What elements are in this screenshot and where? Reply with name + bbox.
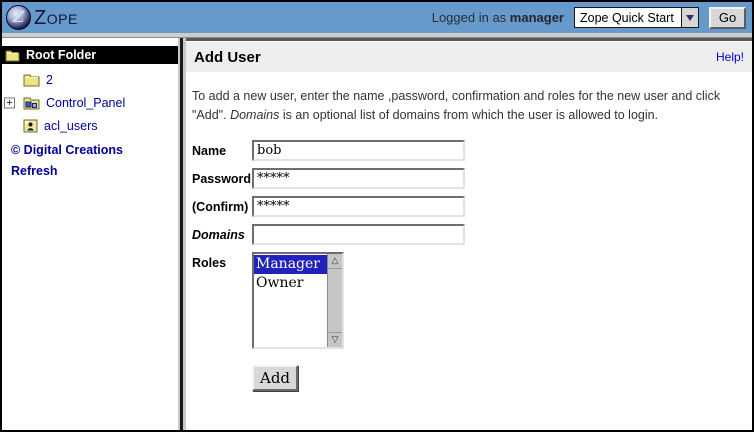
sidebar-item-control-panel[interactable]: + Control_Panel [2, 96, 178, 110]
navigation-sidebar: Root Folder 2 + Control_Panel acl_users … [2, 38, 178, 430]
go-button[interactable]: Go [709, 7, 746, 29]
scroll-up-icon[interactable]: △ [328, 254, 342, 269]
sidebar-item-label: acl_users [44, 119, 98, 133]
sidebar-item-root-folder[interactable]: Root Folder [2, 46, 178, 64]
page-title-band: Add User Help! [186, 42, 752, 72]
root-folder-label: Root Folder [26, 48, 96, 62]
intro-domains-word: Domains [230, 108, 279, 122]
expand-plus-icon[interactable]: + [4, 98, 15, 109]
zope-logo: Z Zope [6, 5, 78, 30]
confirm-input[interactable] [252, 196, 465, 217]
sidebar-item-acl-users[interactable]: acl_users [2, 119, 178, 133]
logged-in-username: manager [510, 10, 564, 25]
folder-icon [23, 73, 40, 87]
zope-logo-icon: Z [6, 5, 31, 30]
roles-scrollbar[interactable]: △ ▽ [327, 254, 342, 347]
page-title: Add User [194, 49, 261, 66]
roles-label: Roles [192, 252, 252, 270]
quick-start-select[interactable]: Zope Quick Start [574, 7, 699, 28]
add-button[interactable]: Add [252, 365, 298, 391]
vertical-frame-border[interactable] [178, 38, 186, 430]
zope-window: Z Zope Logged in as manager Zope Quick S… [0, 0, 754, 432]
chevron-down-icon [686, 15, 694, 21]
zope-logo-letter: Z [13, 9, 25, 25]
scroll-down-icon[interactable]: ▽ [328, 332, 342, 347]
zope-wordmark: Zope [34, 8, 78, 28]
name-input[interactable] [252, 140, 465, 161]
domains-label: Domains [192, 224, 252, 242]
domains-input[interactable] [252, 224, 465, 245]
intro-text: To add a new user, enter the name ,passw… [192, 87, 744, 125]
sidebar-item-label: 2 [46, 73, 53, 87]
name-label: Name [192, 140, 252, 158]
help-link[interactable]: Help! [716, 50, 744, 64]
select-dropdown-button[interactable] [681, 8, 698, 27]
folder-icon [5, 49, 20, 62]
roles-multiselect[interactable]: Manager Owner △ ▽ [252, 252, 344, 349]
password-input[interactable] [252, 168, 465, 189]
password-label: Password [192, 168, 252, 186]
logged-in-prefix: Logged in as [432, 10, 510, 25]
quick-start-selected-value: Zope Quick Start [575, 11, 681, 25]
sidebar-item-label: Control_Panel [46, 96, 125, 110]
sidebar-item-2[interactable]: 2 [2, 73, 178, 87]
roles-option-manager[interactable]: Manager [254, 255, 327, 274]
top-header-bar: Z Zope Logged in as manager Zope Quick S… [2, 2, 752, 33]
intro-after: is an optional list of domains from whic… [279, 108, 658, 122]
digital-creations-link[interactable]: © Digital Creations [2, 143, 178, 157]
add-user-form: Name Password (Confirm) Domains Roles [192, 140, 752, 391]
control-panel-icon [23, 96, 40, 110]
refresh-link[interactable]: Refresh [2, 164, 178, 178]
roles-option-owner[interactable]: Owner [254, 274, 327, 293]
logged-in-status: Logged in as manager [432, 10, 564, 25]
confirm-label: (Confirm) [192, 196, 252, 214]
main-content-frame: Add User Help! To add a new user, enter … [186, 38, 752, 430]
frame-divider-bar [180, 38, 183, 430]
user-folder-icon [23, 119, 38, 133]
